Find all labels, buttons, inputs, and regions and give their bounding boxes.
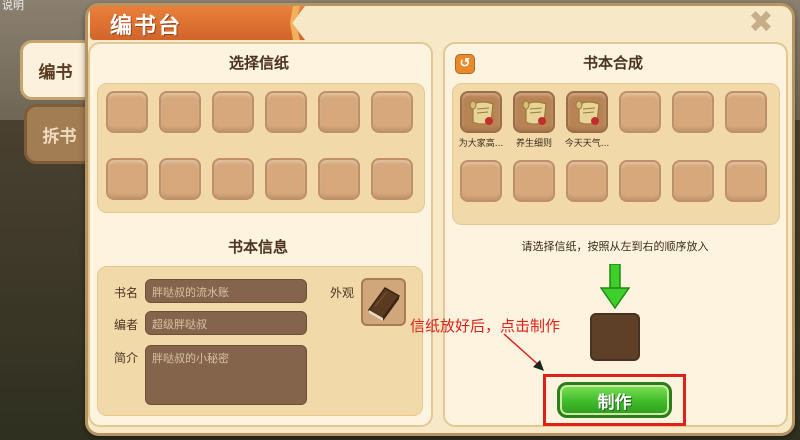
tab-compose[interactable]: 编书 [20,40,88,100]
down-arrow-icon [600,264,630,310]
compose-slot-filled[interactable] [566,91,608,133]
compose-slot[interactable] [725,160,767,202]
paper-slot[interactable] [265,91,307,133]
intro-field[interactable]: 胖哒叔的小秘密 [145,345,307,405]
author-label: 编者 [114,318,139,332]
refresh-icon[interactable]: ↺ [455,54,475,74]
paper-slot[interactable] [318,158,360,200]
compose-slot[interactable] [566,160,608,202]
tab-disassemble[interactable]: 拆书 [24,104,92,164]
compose-slot[interactable] [725,91,767,133]
book-name-field[interactable]: 胖哒叔的流水账 [145,279,307,303]
tab-disassemble-label: 拆书 [42,126,77,147]
book-compose-title: 书本合成 [583,54,644,72]
author-field[interactable]: 超级胖哒叔 [145,311,307,335]
compose-slot[interactable] [460,160,502,202]
paper-slot[interactable] [106,158,148,200]
letter-scroll-icon [467,98,499,130]
book-icon [367,287,401,321]
paper-slot[interactable] [159,91,201,133]
compose-slot[interactable] [619,91,661,133]
close-icon[interactable]: ✖ [746,8,776,38]
compose-slot-filled[interactable] [460,91,502,133]
output-slot[interactable] [590,313,640,361]
compose-slot[interactable] [619,160,661,202]
paper-slot[interactable] [265,158,307,200]
appearance-selector[interactable] [361,278,406,326]
paper-section-title: 选择信纸 [229,54,290,72]
book-name-label: 书名 [114,286,139,300]
slot-caption: 为大家高... [458,139,504,149]
paper-slot[interactable] [159,158,201,200]
appearance-label: 外观 [330,286,355,300]
annotation-arrow-icon [503,333,544,371]
paper-slot[interactable] [318,91,360,133]
slot-caption: 养生细则 [515,139,552,149]
corner-text: 说明 [2,0,24,12]
book-info-title: 书本信息 [228,238,289,256]
letter-scroll-icon [573,98,605,130]
tab-compose-label: 编书 [38,62,73,83]
compose-slot[interactable] [672,91,714,133]
paper-slot[interactable] [371,91,413,133]
compose-slot[interactable] [513,160,555,202]
paper-slot[interactable] [106,91,148,133]
paper-slot[interactable] [212,158,254,200]
paper-slot[interactable] [212,91,254,133]
slot-caption: 今天天气... [564,139,610,149]
instruction-text: 请选择信纸，按照从左到右的顺序放入 [521,240,709,253]
paper-slot[interactable] [371,158,413,200]
compose-slot[interactable] [672,160,714,202]
letter-scroll-icon [520,98,552,130]
intro-label: 简介 [114,351,139,365]
window-title: 编书台 [110,14,183,39]
make-button[interactable]: 制作 [557,382,672,418]
compose-slot-filled[interactable] [513,91,555,133]
make-button-label: 制作 [597,392,632,413]
